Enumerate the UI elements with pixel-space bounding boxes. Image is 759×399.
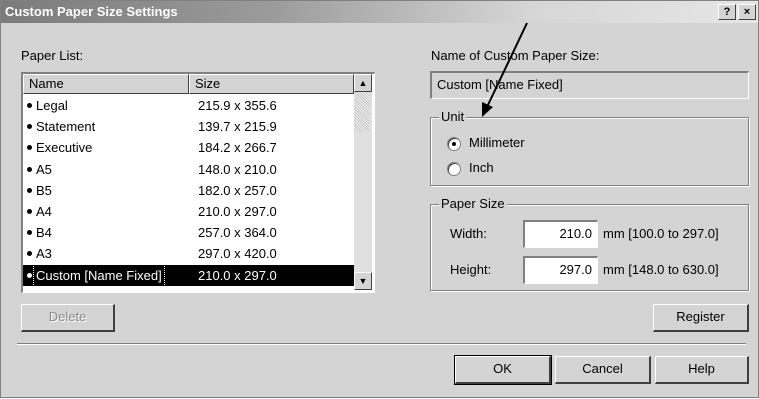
annotation-arrow-icon [482,22,528,117]
custom-paper-size-dialog: Custom Paper Size Settings ? × Paper Lis… [0,0,759,398]
